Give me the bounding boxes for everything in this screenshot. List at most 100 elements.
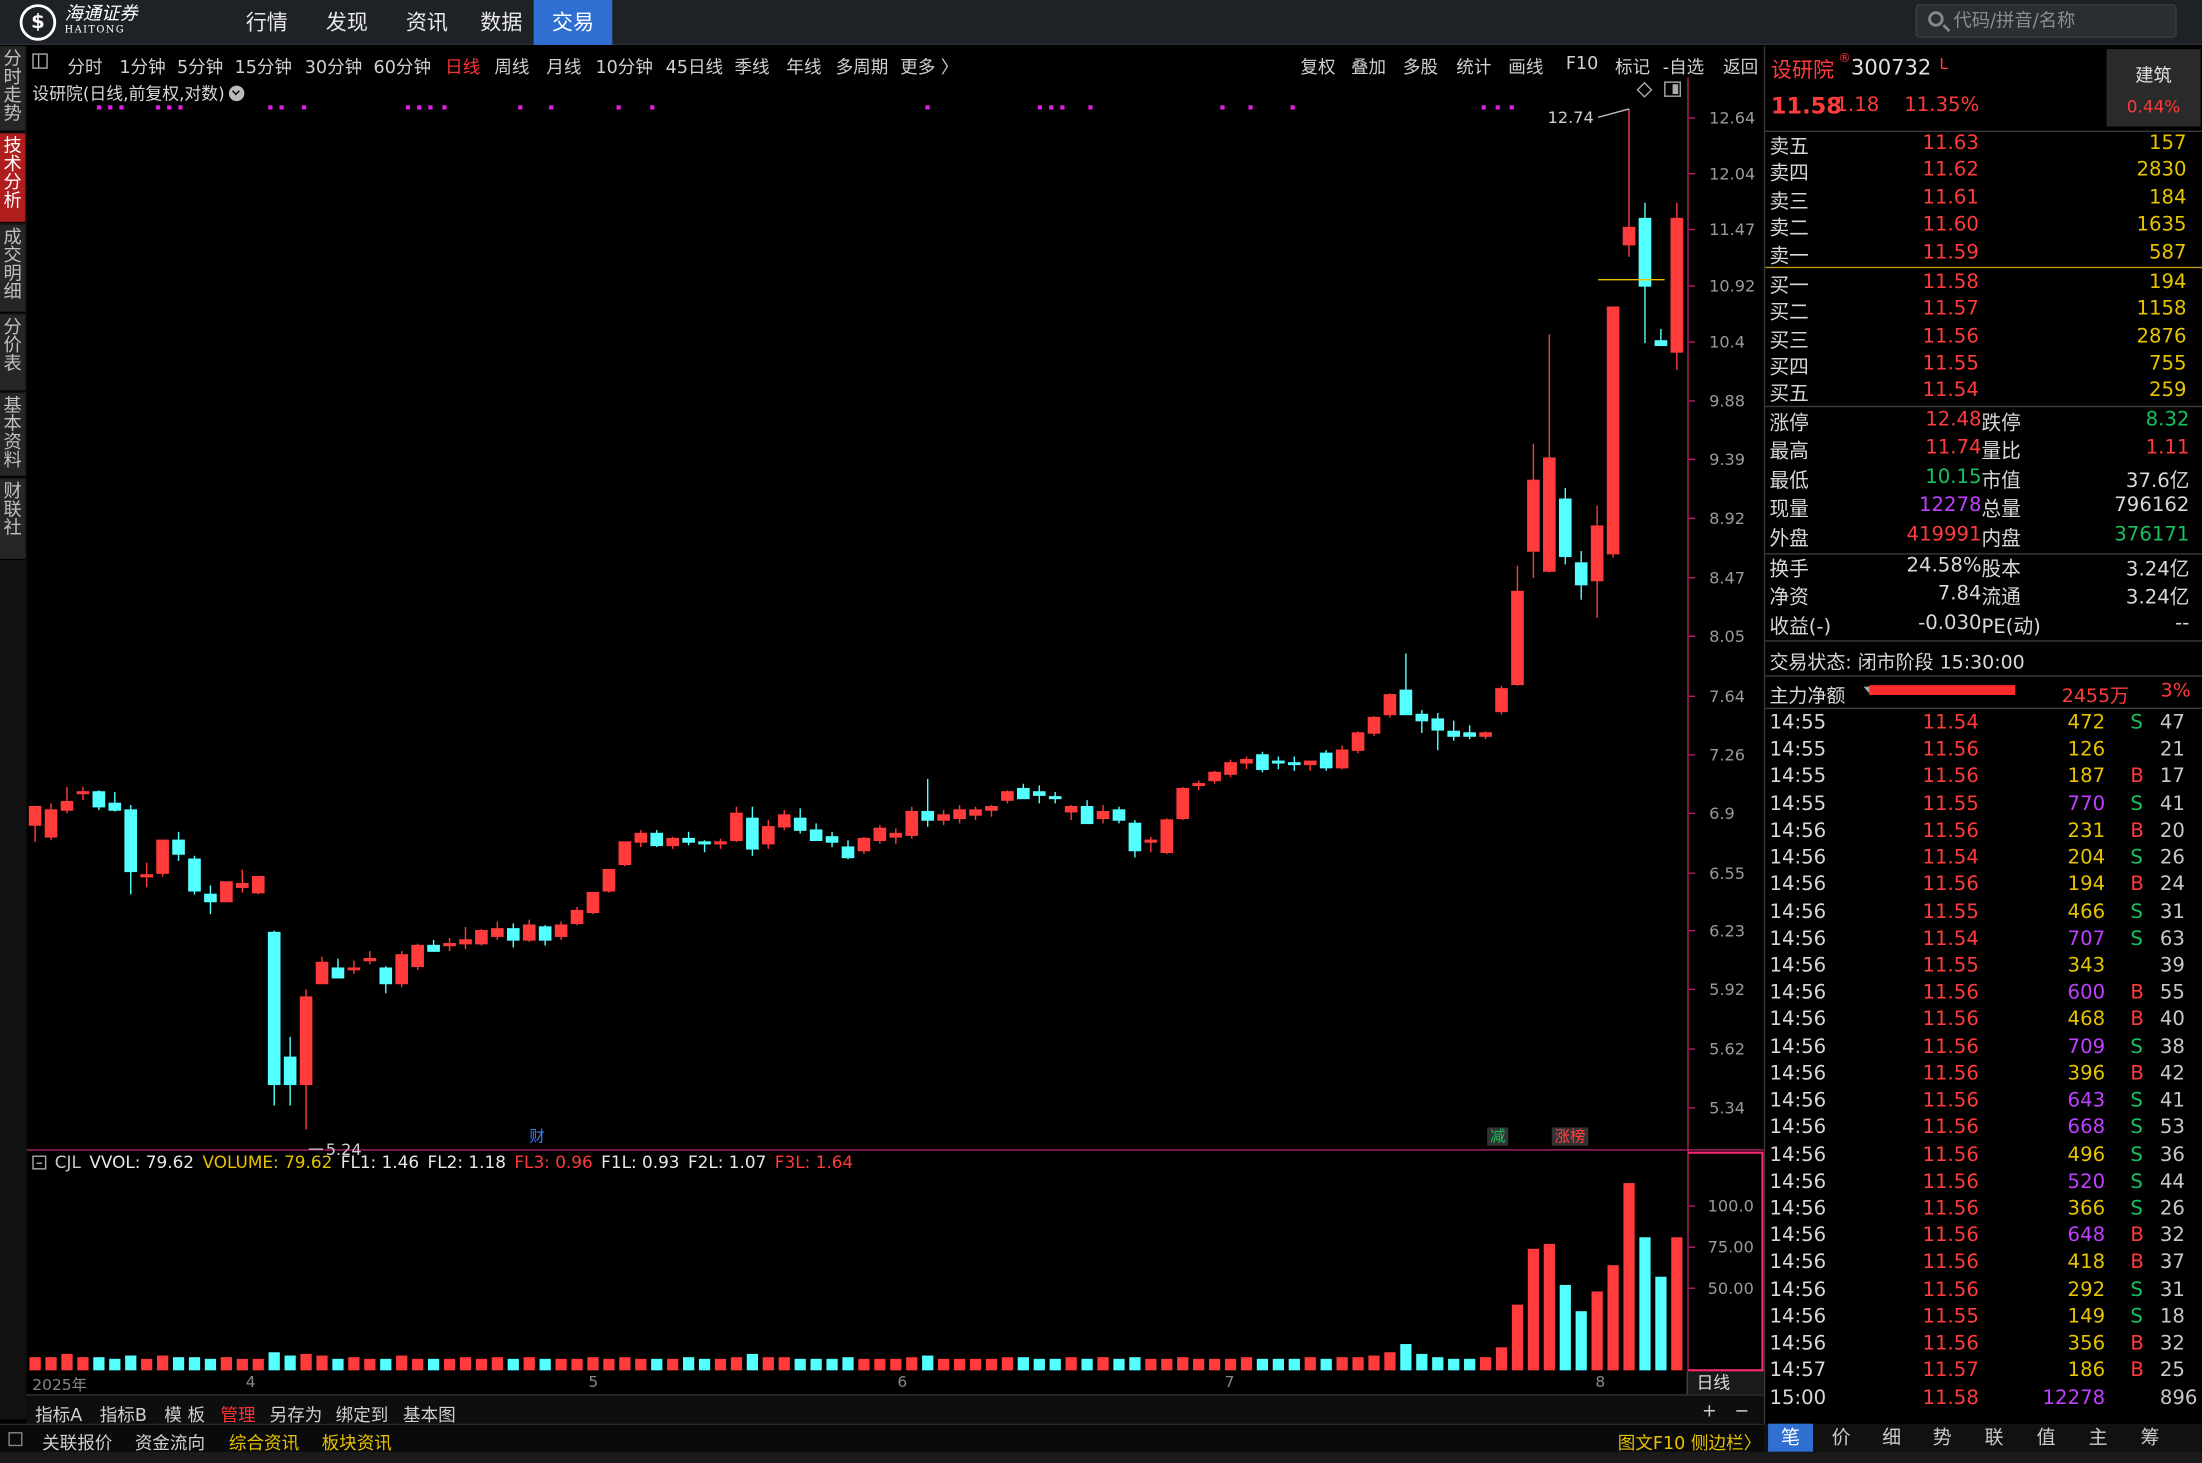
menu-3[interactable]: 数据 [472,0,531,45]
layout-toggle-icon[interactable] [32,53,48,69]
status-link-0[interactable]: 关联报价 [42,1428,112,1455]
indicator-tool-6[interactable]: 基本图 [403,1400,456,1427]
chart-tool-2[interactable]: 多股 [1403,52,1438,79]
tick-row[interactable]: 14:56 11.56 418 B 37 [1765,1252,2202,1279]
tick-row[interactable]: 14:55 11.56 187 B 17 [1765,766,2202,793]
event-marker-2[interactable]: 涨榜 [1551,1127,1589,1146]
tick-row[interactable]: 14:55 11.54 472 S 47 [1765,712,2202,739]
kline-chart[interactable]: 12.64 12.04 11.47 10.92 10.4 9.88 9.39 8.92 8.47… [26,77,1764,1372]
menu-0[interactable]: 行情 [232,0,302,45]
tick-row[interactable]: 14:56 11.55 466 S 31 [1765,901,2202,928]
zoom-out-button[interactable]: − [1734,1400,1749,1421]
quote-tab-6[interactable]: 主 [2076,1424,2121,1452]
status-link-3[interactable]: 板块资讯 [322,1428,392,1455]
tick-row[interactable]: 14:56 11.56 496 S 36 [1765,1144,2202,1171]
tick-row[interactable]: 14:55 11.56 126 21 [1765,739,2202,766]
tick-row[interactable]: 14:55 11.55 770 S 41 [1765,793,2202,820]
indicator-tool-4[interactable]: 另存为 [270,1400,323,1427]
period-1[interactable]: 1分钟 [119,52,165,79]
tick-row[interactable]: 14:56 11.56 648 B 32 [1765,1225,2202,1252]
period-10[interactable]: 45日线 [666,52,723,79]
period-3[interactable]: 15分钟 [235,52,292,79]
tick-row[interactable]: 14:56 11.56 468 B 40 [1765,1009,2202,1036]
chart-tool-5[interactable]: F10 [1566,52,1598,73]
tick-row[interactable]: 15:00 11.58 12278 896 [1765,1386,2202,1413]
tick-row[interactable]: 14:56 11.56 668 S 53 [1765,1117,2202,1144]
menu-1[interactable]: 发现 [312,0,382,45]
period-14[interactable]: 更多 〉 [900,52,958,79]
tick-row[interactable]: 14:56 11.56 231 B 20 [1765,820,2202,847]
tick-row[interactable]: 14:56 11.54 707 S 63 [1765,928,2202,955]
main-force-label[interactable]: 主力净额 [1769,680,1845,707]
chart-tool-8[interactable]: 返回 [1723,52,1758,79]
menu-4[interactable]: 交易 [533,0,613,45]
period-4[interactable]: 30分钟 [305,52,362,79]
tick-row[interactable]: 14:56 11.56 366 S 26 [1765,1198,2202,1225]
kline-chart-area[interactable]: 12.64 12.04 11.47 10.92 10.4 9.88 9.39 8.92 8.47… [26,77,1764,1372]
period-badge[interactable]: 日线 [1686,1371,1764,1395]
status-link-1[interactable]: 资金流向 [135,1428,205,1455]
chart-tool-1[interactable]: 叠加 [1351,52,1386,79]
tick-row[interactable]: 14:56 11.55 343 39 [1765,955,2202,982]
event-marker-1[interactable]: 减 [1487,1127,1509,1146]
tick-row[interactable]: 14:56 11.56 396 B 42 [1765,1063,2202,1090]
tick-row[interactable]: 14:56 11.54 204 S 26 [1765,847,2202,874]
quote-tab-5[interactable]: 值 [2024,1424,2069,1452]
indicator-tool-5[interactable]: 绑定到 [336,1400,389,1427]
chart-title[interactable]: 设研院(日线,前复权,对数) [32,81,245,105]
quote-tab-4[interactable]: 联 [1972,1424,2017,1452]
chart-tool-7[interactable]: -自选 [1663,52,1704,79]
left-tab-1[interactable]: 技术分析 [0,133,26,224]
period-8[interactable]: 月线 [546,52,581,79]
tick-row[interactable]: 14:56 11.56 194 B 24 [1765,874,2202,901]
left-tab-5[interactable]: 财联社 [0,478,26,561]
period-11[interactable]: 季线 [734,52,769,79]
left-tab-2[interactable]: 成交明细 [0,224,26,314]
indicator-tool-1[interactable]: 指标B [100,1400,147,1427]
indicator-collapse-icon[interactable] [32,1155,47,1170]
sector-badge[interactable]: 建筑 0.44% [2106,49,2201,127]
sidebar-toggle[interactable]: 图文F10 侧边栏〉 [1618,1428,1761,1455]
indicator-tool-2[interactable]: 模 板 [164,1400,205,1427]
tick-row[interactable]: 14:56 11.56 600 B 55 [1765,982,2202,1009]
tick-row[interactable]: 14:56 11.55 149 S 18 [1765,1306,2202,1333]
period-0[interactable]: 分时 [67,52,102,79]
zoom-in-button[interactable]: + [1702,1400,1717,1421]
tick-row[interactable]: 14:57 11.57 186 B 25 [1765,1359,2202,1386]
tick-row[interactable]: 14:56 11.56 520 S 44 [1765,1171,2202,1198]
tick-row[interactable]: 14:56 11.56 292 S 31 [1765,1279,2202,1306]
quote-tab-0[interactable]: 笔 [1768,1423,1814,1452]
period-5[interactable]: 60分钟 [374,52,431,79]
menu-2[interactable]: 资讯 [392,0,462,45]
left-tab-4[interactable]: 基本资料 [0,393,26,478]
event-marker-0[interactable]: 财 [527,1127,548,1145]
chevron-down-icon[interactable] [228,85,245,102]
panel-toggle-icon[interactable] [8,1432,23,1447]
period-9[interactable]: 10分钟 [595,52,652,79]
status-link-2[interactable]: 综合资讯 [229,1428,299,1455]
stock-search-box[interactable] [1915,4,2177,38]
indicator-tool-3[interactable]: 管理 [220,1400,255,1427]
quote-tab-1[interactable]: 价 [1819,1424,1864,1452]
tick-row[interactable]: 14:56 11.56 643 S 41 [1765,1090,2202,1117]
left-tab-0[interactable]: 分时走势 [0,46,26,132]
tick-row[interactable]: 14:56 11.56 356 B 32 [1765,1332,2202,1359]
chart-tool-3[interactable]: 统计 [1456,52,1491,79]
chart-tool-6[interactable]: 标记 [1615,52,1650,79]
period-6[interactable]: 日线 [445,52,480,79]
chart-tool-0[interactable]: 复权 [1300,52,1335,79]
quote-tab-3[interactable]: 势 [1920,1424,1965,1452]
indicator-tool-0[interactable]: 指标A [35,1400,82,1427]
period-13[interactable]: 多周期 [836,52,889,79]
period-7[interactable]: 周线 [494,52,529,79]
tick-row[interactable]: 14:56 11.56 709 S 38 [1765,1036,2202,1063]
left-tab-3[interactable]: 分价表 [0,314,26,392]
quote-tab-7[interactable]: 筹 [2128,1424,2173,1452]
quote-tab-2[interactable]: 细 [1869,1424,1914,1452]
period-12[interactable]: 年线 [786,52,821,79]
broker-logo[interactable]: $ 海通证券 HAITONG [19,4,174,41]
maximize-icon[interactable] [1664,81,1681,97]
search-input[interactable] [1953,8,2165,34]
period-2[interactable]: 5分钟 [177,52,223,79]
chart-tool-4[interactable]: 画线 [1508,52,1543,79]
